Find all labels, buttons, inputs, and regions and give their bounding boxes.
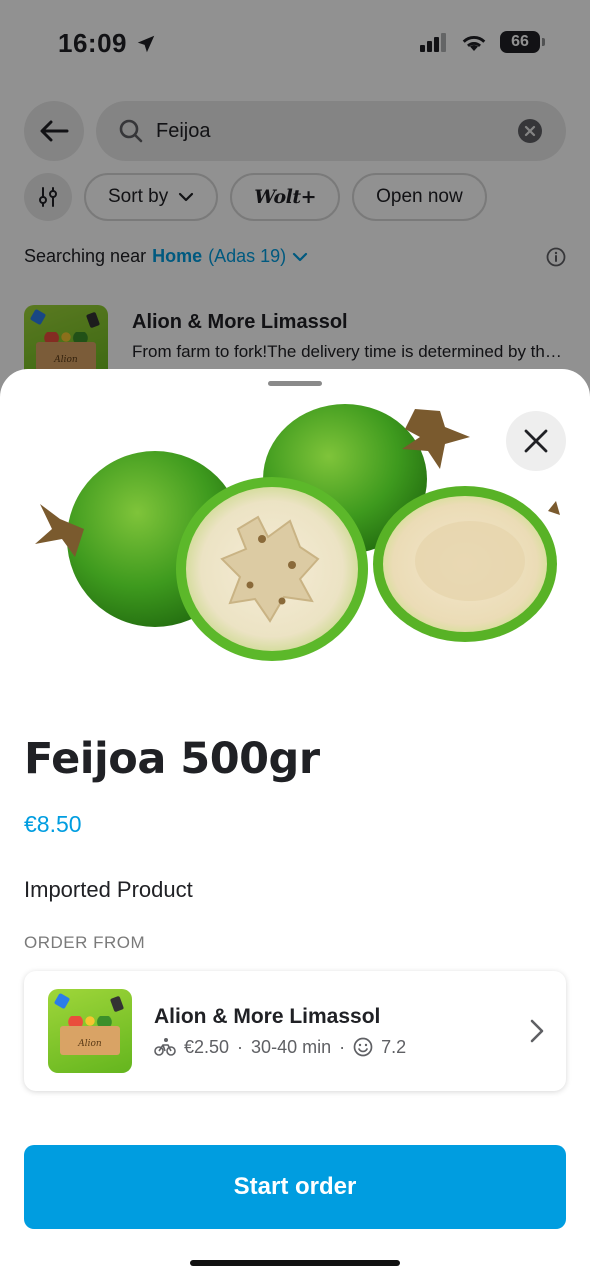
courier-bike-icon <box>154 1038 176 1056</box>
meta-separator: · <box>237 1036 244 1057</box>
venue-card[interactable]: Alion Alion & More Limassol €2.50 · 30-4… <box>24 971 566 1091</box>
product-image <box>35 404 560 661</box>
sheet-handle[interactable] <box>268 381 322 386</box>
product-description: Imported Product <box>24 877 193 902</box>
home-indicator[interactable] <box>190 1260 400 1266</box>
delivery-fee: €2.50 <box>184 1036 230 1057</box>
product-price: €8.50 <box>24 811 82 837</box>
venue-meta: €2.50 · 30-40 min · 7.2 <box>154 1037 406 1058</box>
meta-separator: · <box>339 1036 346 1057</box>
product-title: Feijoa 500gr <box>24 734 320 784</box>
thumbnail-label: Alion <box>78 1039 102 1050</box>
start-order-button[interactable]: Start order <box>24 1145 566 1229</box>
close-button[interactable] <box>506 411 566 471</box>
close-icon <box>524 429 548 453</box>
smiley-icon <box>353 1037 373 1057</box>
venue-thumbnail: Alion <box>48 989 132 1073</box>
product-sheet: Feijoa 500gr €8.50 Imported Product ORDE… <box>0 369 590 1280</box>
chevron-right-icon <box>530 1019 544 1043</box>
venue-rating: 7.2 <box>381 1036 407 1057</box>
venue-name: Alion & More Limassol <box>154 1004 381 1028</box>
delivery-time: 30-40 min <box>251 1036 332 1057</box>
order-from-label: ORDER FROM <box>24 933 146 952</box>
